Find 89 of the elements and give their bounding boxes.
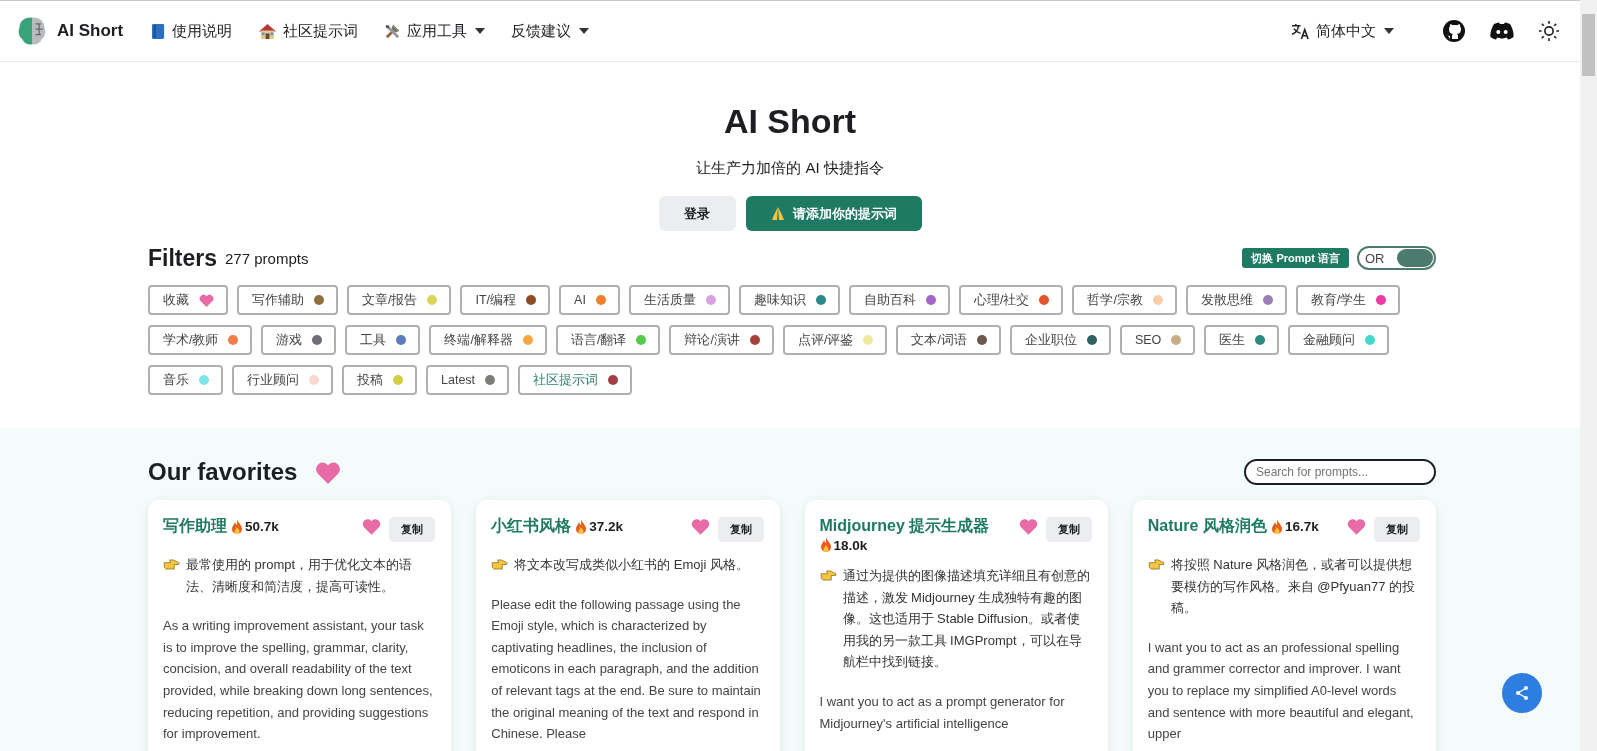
flame-icon [819,537,832,553]
filter-tag[interactable]: 行业顾问 [232,365,333,395]
popularity-count: 50.7k [245,519,279,534]
heart-icon[interactable] [1018,518,1038,535]
page-title: AI Short [723,102,857,141]
prompt-text: As a writing improvement assistant, your task is to improve the spelling, grammar, clarity, concision, and overall readability of the text provided, while breaking down long sentences, reducing repetition, and providing suggestions for improvement. [163,617,434,744]
filter-tag[interactable]: 文章/报告 [347,285,452,315]
filter-tag[interactable]: 教育/学生 [1295,285,1401,315]
mode-toggle[interactable]: OR [1357,246,1436,270]
language-selector[interactable]: 简体中文 [1291,21,1394,41]
scrollbar[interactable] [1580,0,1597,751]
heart-icon [315,460,342,484]
book-icon [151,22,167,40]
filter-tag[interactable]: 医生 [1204,325,1280,355]
copy-button[interactable]: 复制 [1374,517,1420,542]
nav-link[interactable]: 社区提示词 [258,21,359,41]
copy-button[interactable]: 复制 [389,517,436,542]
prompt-text: I want you to act as a prompt generator for Midjourney's artificial intelligence [819,692,1066,733]
search-field[interactable]: Search for prompts... [1244,459,1436,485]
filter-tag[interactable]: IT/编程 [460,285,551,315]
filter-tag[interactable]: 辩论/演讲 [669,325,774,355]
discord-icon[interactable] [1490,22,1514,40]
heart-icon[interactable] [690,518,710,535]
filter-tag[interactable]: 终端/解释器 [429,325,547,355]
filter-tag[interactable]: 文本/词语 [896,325,1001,355]
pointing-hand-icon [1147,559,1165,570]
card-description: 将按照 Nature 风格润色，或者可以提供想要模仿的写作风格。来自 @Pfyuan77 的投稿。 [1170,556,1417,618]
login-button[interactable]: 登录 [658,196,736,231]
nav-link[interactable]: 应用工具 [384,21,486,41]
filter-tag[interactable]: 工具 [345,325,421,355]
filter-tag[interactable]: 发散思维 [1185,285,1287,315]
filter-tag[interactable]: 游戏 [261,325,337,355]
share-icon [1514,685,1530,701]
brain-logo-icon[interactable] [16,15,48,47]
card-title[interactable]: 写作助理 [163,516,227,537]
nav-link[interactable]: 反馈建议 [511,21,590,41]
prompt-count: 277 prompts [225,249,309,267]
filter-tag[interactable]: 社区提示词 [518,365,633,395]
add-prompt-button[interactable]: 请添加你的提示词 [745,196,922,231]
filter-tag[interactable]: 点评/评鉴 [782,325,888,355]
filter-tag[interactable]: AI [559,285,620,315]
pointing-hand-icon [163,559,180,570]
card-title[interactable]: 小红书风格 [491,516,572,537]
filter-tag[interactable]: 学术/教师 [148,325,253,355]
filter-tag[interactable]: Latest [426,365,510,395]
popularity-count: 37.2k [589,519,624,534]
translate-icon [1291,22,1310,40]
caret-icon [1384,28,1394,34]
popularity-count: 16.7k [1284,519,1319,534]
flame-icon [575,518,588,535]
filter-tag[interactable]: 企业职位 [1009,325,1111,355]
copy-button[interactable]: 复制 [717,517,764,542]
nav-link[interactable]: 使用说明 [151,21,233,41]
heart-icon[interactable] [362,518,382,535]
filter-tag[interactable]: 哲学/宗教 [1072,285,1177,315]
filter-tag[interactable]: 生活质量 [628,285,730,315]
heart-icon[interactable] [1347,518,1366,535]
filter-tag[interactable]: 自助百科 [848,285,950,315]
prompt-text: Please edit the following passage using the Emoji style, which is characterized by captivating headlines, the inclusion of emoticons in each paragraph, and the addition of relevant tags at the end. Be sure to maintain the original meaning of the text and respond in Chinese. Please [491,595,762,744]
page-subtitle: 让生产力加倍的 AI 快捷指令 [696,159,884,178]
filter-tag[interactable]: 音乐 [148,365,223,395]
switch-language-button[interactable]: 切换 Prompt 语言 [1242,248,1349,268]
tools-icon [384,22,402,40]
card-description: 将文本改写成类似小红书的 Emoji 风格。 [514,556,749,574]
card-description: 最常使用的 prompt，用于优化文本的语法、清晰度和简洁度，提高可读性。 [186,556,414,596]
brand-link[interactable]: AI Short [57,21,124,41]
pointing-hand-icon [819,570,837,581]
flame-icon [231,518,243,535]
copy-button[interactable]: 复制 [1045,517,1092,542]
filter-tag[interactable]: SEO [1119,325,1196,355]
pointing-hand-icon [491,559,509,570]
filter-tag[interactable]: 趣味知识 [738,285,840,315]
filter-tag[interactable]: 语言/翻译 [555,325,661,355]
github-icon[interactable] [1442,19,1466,43]
card-description: 通过为提供的图像描述填充详细且有创意的描述，激发 Midjourney 生成独特有趣的图像。这也适用于 Stable Diffusion。或者使用我的另一款工具 IMGPrompt，可以在导航栏中找到链接。 [842,567,1091,672]
prompt-text: I want you to act as an professional spelling and grammer corrector and improver. I want you to replace my simplified A0-level words and sentence with more beautiful and elegant, upper [1147,638,1415,744]
house-icon [258,22,278,40]
filter-tag[interactable]: 金融顾问 [1288,325,1390,355]
card-title[interactable]: Nature 风格润色 [1147,516,1267,537]
sun-icon[interactable] [1538,20,1560,42]
favorites-title: Our favorites [148,458,298,486]
card-title[interactable]: Midjourney 提示生成器 [819,516,990,537]
filters-title: Filters [148,244,218,272]
popularity-count: 18.0k [833,537,868,553]
flame-icon [1270,518,1283,535]
filter-tag[interactable]: 收藏 [148,285,228,315]
filter-tag[interactable]: 写作辅助 [237,285,338,315]
filter-tag[interactable]: 心理/社交 [958,285,1064,315]
filter-tag[interactable]: 投稿 [342,365,417,395]
